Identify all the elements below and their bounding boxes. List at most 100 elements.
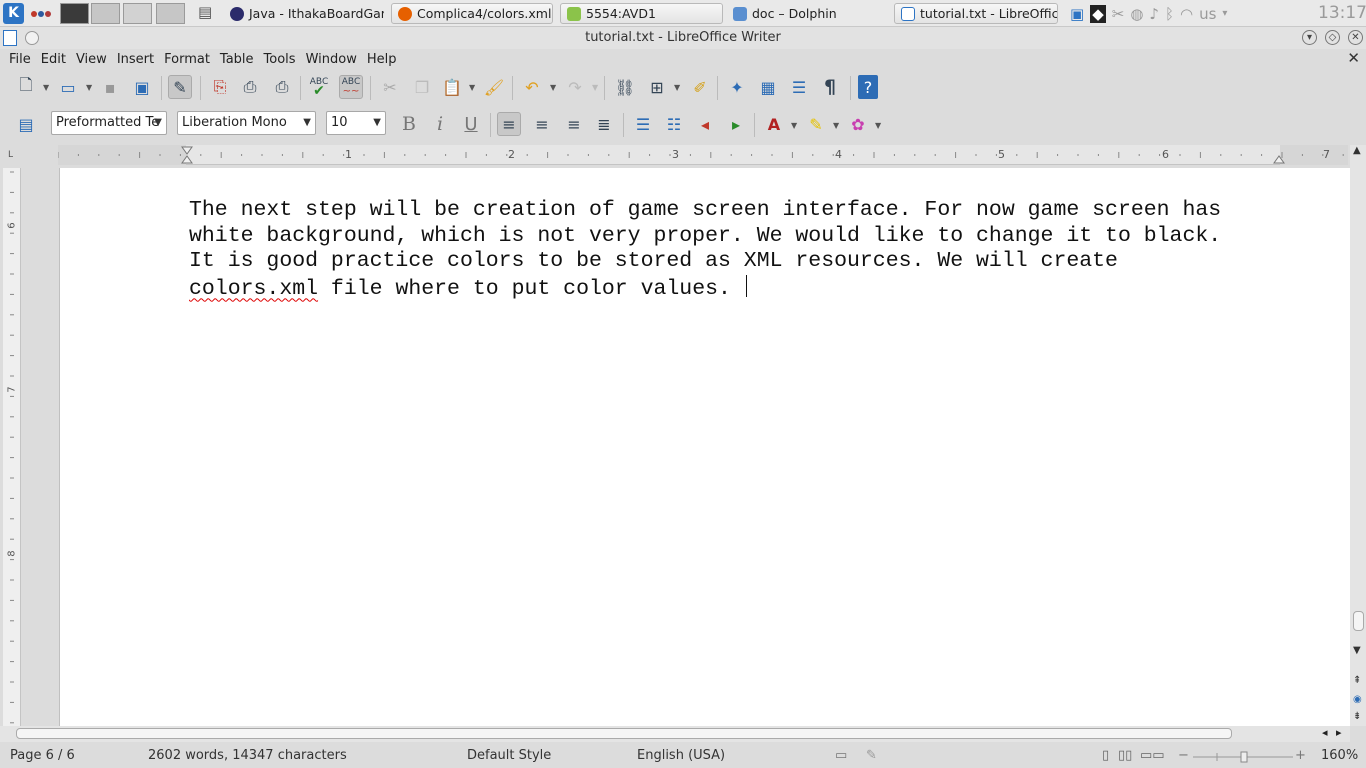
export-pdf-icon[interactable]: ⎘ bbox=[208, 75, 232, 99]
multi-page-view-icon[interactable]: ▯▯ bbox=[1118, 748, 1132, 763]
window-titlebar[interactable]: tutorial.txt - LibreOffice Writer ▾ ◇ ✕ bbox=[0, 27, 1366, 49]
help-icon[interactable]: ? bbox=[858, 75, 878, 99]
numbering-icon[interactable]: ☰ bbox=[631, 112, 655, 136]
task-android-emulator[interactable]: 5554:AVD1 bbox=[560, 3, 723, 24]
save-dropdown-icon[interactable]: ▼ bbox=[86, 83, 92, 92]
language[interactable]: English (USA) bbox=[637, 748, 725, 763]
new-dropdown-icon[interactable]: ▼ bbox=[43, 83, 49, 92]
text-line[interactable]: white background, which is not very prop… bbox=[189, 224, 1309, 250]
paste-icon[interactable]: 📋 bbox=[440, 75, 464, 99]
undo-dropdown-icon[interactable]: ▼ bbox=[550, 83, 556, 92]
text-run[interactable]: file where to put color values. bbox=[318, 277, 744, 301]
justify-button[interactable]: ≣ bbox=[592, 112, 616, 136]
close-window-button[interactable]: ✕ bbox=[1348, 30, 1363, 45]
menu-format[interactable]: Format bbox=[159, 52, 215, 67]
data-sources-icon[interactable]: ☰ bbox=[787, 75, 811, 99]
formatting-marks-icon[interactable]: ¶ bbox=[818, 75, 842, 99]
zoom-level[interactable]: 160% bbox=[1321, 748, 1358, 763]
tray-expand-icon[interactable]: ▾ bbox=[1222, 8, 1227, 19]
vertical-scroll-thumb[interactable] bbox=[1353, 611, 1364, 631]
bullets-icon[interactable]: ☷ bbox=[662, 112, 686, 136]
bold-button[interactable]: B bbox=[397, 112, 421, 136]
close-document-button[interactable]: ✕ bbox=[1347, 49, 1360, 67]
scroll-right-arrow-icon[interactable]: ▸ bbox=[1336, 726, 1342, 739]
vertical-ruler[interactable]: 6 7 8 bbox=[3, 168, 21, 726]
horizontal-scrollbar[interactable]: ◂ ▸ bbox=[0, 726, 1350, 742]
gallery-icon[interactable]: ▦ bbox=[756, 75, 780, 99]
scroll-down-arrow-icon[interactable]: ▼ bbox=[1353, 645, 1361, 656]
background-color-dropdown-icon[interactable]: ▼ bbox=[875, 121, 881, 130]
task-eclipse[interactable]: Java - IthakaBoardGam bbox=[224, 3, 384, 24]
align-center-button[interactable]: ≡ bbox=[530, 112, 554, 136]
menu-view[interactable]: View bbox=[71, 52, 112, 67]
align-right-button[interactable]: ≡ bbox=[562, 112, 586, 136]
highlighting-dropdown-icon[interactable]: ▼ bbox=[833, 121, 839, 130]
export-icon[interactable]: ▣ bbox=[130, 75, 154, 99]
task-firefox[interactable]: Complica4/colors.xml a bbox=[391, 3, 553, 24]
insert-table-icon[interactable]: ⊞ bbox=[645, 75, 669, 99]
copy-icon[interactable]: ❐ bbox=[410, 75, 434, 99]
menu-insert[interactable]: Insert bbox=[112, 52, 159, 67]
clipboard-icon[interactable]: ▤ bbox=[198, 3, 216, 24]
writer-app-icon[interactable] bbox=[3, 30, 17, 46]
zoom-out-icon[interactable]: − bbox=[1178, 748, 1189, 763]
italic-button[interactable]: i bbox=[428, 112, 452, 136]
page-style[interactable]: Default Style bbox=[467, 748, 551, 763]
text-line[interactable]: It is good practice colors to be stored … bbox=[189, 249, 1309, 275]
redo-dropdown-icon[interactable]: ▼ bbox=[592, 83, 598, 92]
menu-edit[interactable]: Edit bbox=[36, 52, 71, 67]
book-view-icon[interactable]: ▭▭ bbox=[1140, 748, 1165, 763]
single-page-view-icon[interactable]: ▯ bbox=[1102, 748, 1109, 763]
wifi-icon[interactable]: ◠ bbox=[1180, 5, 1193, 23]
document-canvas[interactable]: The next step will be creation of game s… bbox=[21, 168, 1350, 726]
clone-formatting-icon[interactable]: 🖌 bbox=[482, 75, 506, 99]
document-page[interactable]: The next step will be creation of game s… bbox=[59, 168, 1350, 726]
new-document-icon[interactable]: 🗋 bbox=[14, 75, 38, 99]
underline-button[interactable]: U bbox=[459, 112, 483, 136]
font-size-combo[interactable]: 10 ▼ bbox=[326, 111, 386, 135]
menu-tools[interactable]: Tools bbox=[259, 52, 301, 67]
redo-icon[interactable]: ↷ bbox=[563, 75, 587, 99]
keyboard-layout-indicator[interactable]: us bbox=[1199, 5, 1216, 23]
menu-table[interactable]: Table bbox=[215, 52, 259, 67]
menu-help[interactable]: Help bbox=[362, 52, 402, 67]
print-icon[interactable]: ⎙ bbox=[238, 75, 262, 99]
zoom-slider[interactable] bbox=[1193, 750, 1293, 764]
save-as-icon[interactable]: ▭ bbox=[56, 75, 80, 99]
scroll-left-arrow-icon[interactable]: ◂ bbox=[1322, 726, 1328, 739]
cut-icon[interactable]: ✂ bbox=[378, 75, 402, 99]
show-draw-functions-icon[interactable]: ✐ bbox=[688, 75, 712, 99]
edit-mode-icon[interactable]: ✎ bbox=[168, 75, 192, 99]
bluetooth-icon[interactable]: ᛒ bbox=[1165, 5, 1174, 23]
background-color-icon[interactable]: ✿ bbox=[846, 112, 870, 136]
window-menu-icon[interactable] bbox=[25, 31, 39, 45]
application-launcher-button[interactable]: K bbox=[3, 3, 24, 24]
clock[interactable]: 13:17 bbox=[1318, 3, 1366, 24]
paste-dropdown-icon[interactable]: ▼ bbox=[469, 83, 475, 92]
virtual-desktop-2[interactable] bbox=[91, 3, 120, 24]
highlighting-icon[interactable]: ✎ bbox=[804, 112, 828, 136]
network-icon[interactable]: ◍ bbox=[1130, 5, 1143, 23]
virtual-desktop-3[interactable] bbox=[123, 3, 152, 24]
save-icon[interactable]: ▪ bbox=[98, 75, 122, 99]
navigator-icon[interactable]: ✦ bbox=[725, 75, 749, 99]
print-preview-icon[interactable]: ⎙ bbox=[270, 75, 294, 99]
activity-switcher-icon[interactable] bbox=[31, 3, 55, 24]
maximize-button[interactable]: ◇ bbox=[1325, 30, 1340, 45]
horizontal-ruler[interactable]: 1 2 3 4 5 6 7 bbox=[58, 145, 1348, 165]
vertical-scrollbar[interactable]: ▲ ▼ ⇞ ◉ ⇟ bbox=[1350, 145, 1366, 726]
increase-indent-icon[interactable]: ▸ bbox=[724, 112, 748, 136]
navigation-icon[interactable]: ◉ bbox=[1353, 694, 1362, 705]
font-color-dropdown-icon[interactable]: ▼ bbox=[791, 121, 797, 130]
font-name-combo[interactable]: Liberation Mono ▼ bbox=[177, 111, 316, 135]
autospellcheck-icon[interactable]: ABC ~~ bbox=[339, 75, 363, 99]
dropbox-icon[interactable]: ◆ bbox=[1090, 4, 1106, 23]
styles-formatting-icon[interactable]: ▤ bbox=[14, 112, 38, 136]
spellcheck-icon[interactable]: ABC ✔ bbox=[307, 75, 331, 99]
zoom-in-icon[interactable]: + bbox=[1295, 748, 1306, 763]
scissors-icon[interactable]: ✂ bbox=[1112, 5, 1125, 23]
volume-icon[interactable]: ♪ bbox=[1149, 5, 1159, 23]
word-count[interactable]: 2602 words, 14347 characters bbox=[148, 748, 347, 763]
decrease-indent-icon[interactable]: ◂ bbox=[693, 112, 717, 136]
scroll-up-arrow-icon[interactable]: ▲ bbox=[1353, 145, 1361, 156]
